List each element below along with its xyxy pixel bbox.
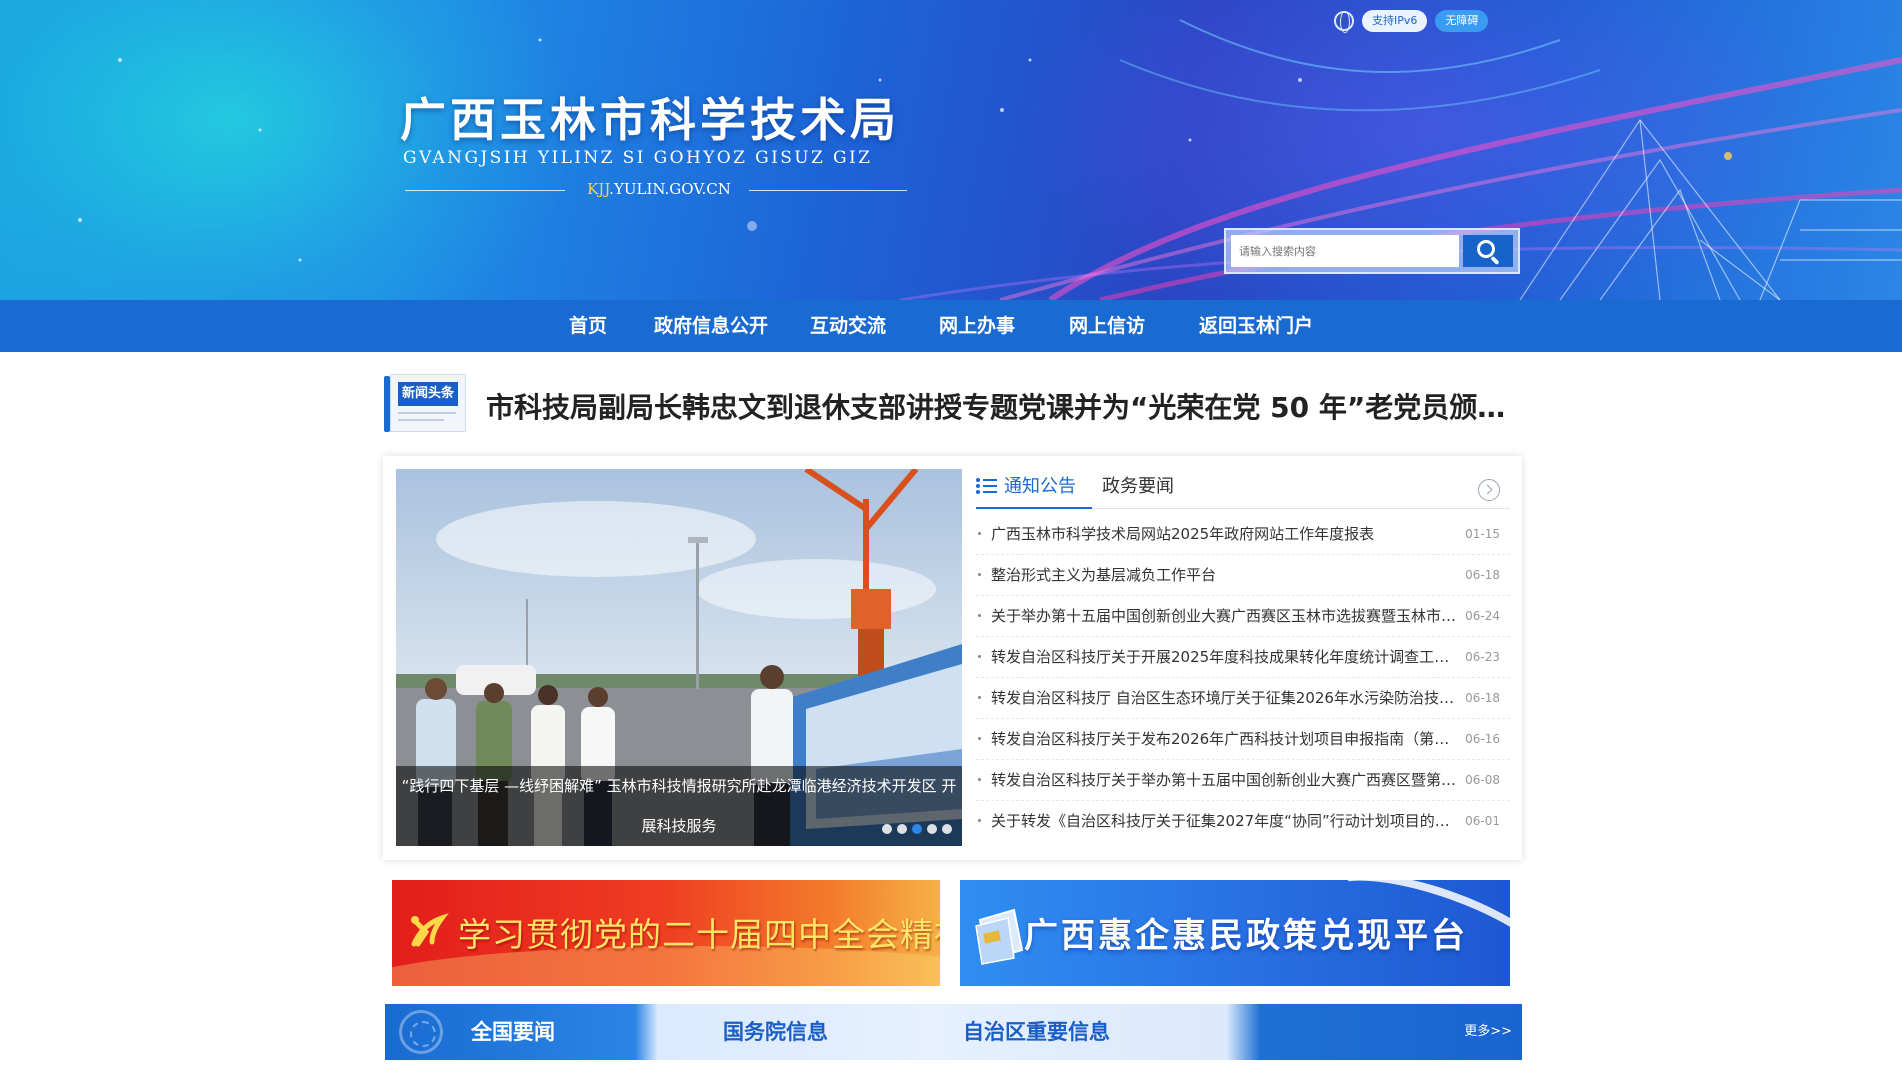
news-card: “践行四下基层 —线纾困解难” 玉林市科技情报研究所赴龙潭临港经济技术开发区 开…: [383, 456, 1522, 860]
document-icon: [975, 908, 1024, 965]
emblem-icon: [399, 1010, 443, 1054]
slider-dots: [882, 824, 952, 834]
site-domain: KJJ.YULIN.GOV.CN: [405, 180, 907, 200]
more-link[interactable]: 更多>>: [1464, 1004, 1512, 1060]
news-item[interactable]: 关于转发《自治区科技厅关于征集2027年度“协同”行动计划项目的通知》的通知 06…: [976, 801, 1510, 842]
main-nav: 首页 政府信息公开 互动交流 网上办事 网上信访 返回玉林门户: [0, 300, 1902, 352]
slider-dot[interactable]: [927, 824, 937, 834]
slider-caption[interactable]: “践行四下基层 —线纾困解难” 玉林市科技情报研究所赴龙潭临港经济技术开发区 开…: [396, 766, 962, 846]
headline-link[interactable]: 市科技局副局长韩忠文到退休支部讲授专题党课并为“光荣在党 50 年”老党员颁发纪…: [486, 386, 1520, 426]
tab-gov-news[interactable]: 政务要闻: [1102, 469, 1174, 509]
nav-item-online-service[interactable]: 网上办事: [939, 300, 1069, 352]
news-item-date: 06-16: [1465, 732, 1500, 746]
globe-icon[interactable]: [1334, 11, 1354, 33]
news-panel: 通知公告 政务要闻 广西玉林市科学技术局网站2025年政府网站工作年度报表 01-…: [976, 469, 1510, 846]
news-item-title: 关于举办第十五届中国创新创业大赛广西赛区玉林市选拔赛暨玉林市第十届创新创业大赛的…: [991, 607, 1461, 625]
news-item-title: 广西玉林市科学技术局网站2025年政府网站工作年度报表: [991, 525, 1375, 543]
news-item-title: 整治形式主义为基层减负工作平台: [991, 566, 1217, 584]
tab-state-council[interactable]: 国务院信息: [723, 1004, 828, 1060]
slider-dot-active[interactable]: [912, 824, 922, 834]
accessibility-button[interactable]: 无障碍: [1435, 10, 1489, 32]
bullet-icon: [978, 532, 981, 535]
list-icon: [976, 476, 998, 494]
news-list: 广西玉林市科学技术局网站2025年政府网站工作年度报表 01-15 整治形式主义为…: [976, 514, 1510, 842]
nav-item-yulin-portal[interactable]: 返回玉林门户: [1199, 300, 1339, 352]
news-item[interactable]: 关于举办第十五届中国创新创业大赛广西赛区玉林市选拔赛暨玉林市第十届创新创业大赛的…: [976, 596, 1510, 637]
news-item-title: 转发自治区科技厅 自治区生态环境厅关于征集2026年水污染防治技术需求的通知: [991, 689, 1461, 707]
party-study-banner[interactable]: 学习贯彻党的二十届四中全会精神: [392, 880, 940, 986]
news-item[interactable]: 转发自治区科技厅关于开展2025年度科技成果转化年度统计调查工作的通知 06-23: [976, 637, 1510, 678]
news-item[interactable]: 广西玉林市科学技术局网站2025年政府网站工作年度报表 01-15: [976, 514, 1510, 555]
bullet-icon: [978, 614, 981, 617]
site-banner: 广西玉林市科学技术局 GVANGJSIH YILINZ SI GOHYOZ GI…: [0, 0, 1902, 300]
banner-decoration: [78, 19, 1902, 300]
site-domain-rest: .YULIN.GOV.CN: [609, 180, 731, 198]
bullet-icon: [978, 737, 981, 740]
tab-notices-label: 通知公告: [1004, 476, 1076, 497]
top-badges: 支持IPv6 无障碍: [1334, 10, 1489, 33]
news-item-title: 转发自治区科技厅关于发布2026年广西科技计划项目申报指南（第一批）的通知: [991, 730, 1461, 748]
news-item[interactable]: 转发自治区科技厅关于举办第十五届中国创新创业大赛广西赛区暨第十届广西创新创业大赛…: [976, 760, 1510, 801]
bullet-icon: [978, 573, 981, 576]
more-arrow-icon[interactable]: [1478, 479, 1500, 501]
news-item-title: 转发自治区科技厅关于举办第十五届中国创新创业大赛广西赛区暨第十届广西创新创业大赛…: [991, 771, 1461, 789]
search-bar: [1224, 228, 1520, 274]
site-domain-prefix: KJJ: [587, 180, 610, 198]
site-domain-text: KJJ.YULIN.GOV.CN: [570, 180, 748, 198]
newspaper-line: [398, 419, 444, 421]
news-item-date: 06-23: [1465, 650, 1500, 664]
tab-region-info[interactable]: 自治区重要信息: [963, 1004, 1110, 1060]
ipv6-badge[interactable]: 支持IPv6: [1362, 10, 1428, 32]
news-item-date: 06-24: [1465, 609, 1500, 623]
newspaper-line: [398, 412, 456, 414]
news-item-title: 转发自治区科技厅关于开展2025年度科技成果转化年度统计调查工作的通知: [991, 648, 1461, 666]
news-item-date: 06-08: [1465, 773, 1500, 787]
slider-dot[interactable]: [942, 824, 952, 834]
news-item-date: 01-15: [1465, 527, 1500, 541]
news-item[interactable]: 转发自治区科技厅 自治区生态环境厅关于征集2026年水污染防治技术需求的通知 06…: [976, 678, 1510, 719]
headline-badge-label: 新闻头条: [398, 382, 458, 406]
party-emblem-icon: [411, 913, 449, 947]
bullet-icon: [978, 655, 981, 658]
bottom-news-tabs: 全国要闻 国务院信息 自治区重要信息 更多>>: [385, 1004, 1522, 1060]
news-item[interactable]: 整治形式主义为基层减负工作平台 06-18: [976, 555, 1510, 596]
slider-dot[interactable]: [897, 824, 907, 834]
slider-dot[interactable]: [882, 824, 892, 834]
page: 广西玉林市科学技术局 GVANGJSIH YILINZ SI GOHYOZ GI…: [0, 0, 1902, 1080]
news-item-date: 06-18: [1465, 568, 1500, 582]
nav-items: 首页 政府信息公开 互动交流 网上办事 网上信访 返回玉林门户: [569, 300, 1339, 352]
news-item-date: 06-18: [1465, 691, 1500, 705]
image-slider[interactable]: “践行四下基层 —线纾困解难” 玉林市科技情报研究所赴龙潭临港经济技术开发区 开…: [396, 469, 962, 846]
divider: [405, 190, 565, 191]
headline-badge: 新闻头条: [384, 372, 466, 432]
divider: [749, 190, 907, 191]
search-icon-handle: [1490, 255, 1500, 266]
nav-item-home[interactable]: 首页: [569, 300, 654, 352]
bullet-icon: [978, 778, 981, 781]
news-item-date: 06-01: [1465, 814, 1500, 828]
slider-caption-text: “践行四下基层 —线纾困解难” 玉林市科技情报研究所赴龙潭临港经济技术开发区 开…: [401, 777, 957, 835]
tab-national-news[interactable]: 全国要闻: [471, 1004, 555, 1060]
policy-platform-banner-text: 广西惠企惠民政策兑现平台: [1024, 916, 1468, 956]
party-study-banner-text: 学习贯彻党的二十届四中全会精神: [458, 915, 940, 954]
news-item-title: 关于转发《自治区科技厅关于征集2027年度“协同”行动计划项目的通知》的通知: [991, 812, 1461, 830]
nav-item-gov-info[interactable]: 政府信息公开: [654, 300, 810, 352]
search-input[interactable]: [1231, 235, 1459, 267]
site-title: 广西玉林市科学技术局: [400, 93, 900, 147]
nav-item-interaction[interactable]: 互动交流: [810, 300, 939, 352]
news-item[interactable]: 转发自治区科技厅关于发布2026年广西科技计划项目申报指南（第一批）的通知 06-…: [976, 719, 1510, 760]
nav-item-online-petition[interactable]: 网上信访: [1069, 300, 1199, 352]
news-tabs: 通知公告 政务要闻: [976, 469, 1510, 509]
search-button[interactable]: [1463, 235, 1513, 267]
bullet-icon: [978, 819, 981, 822]
policy-platform-banner[interactable]: 广西惠企惠民政策兑现平台: [960, 880, 1510, 986]
site-title-zhuang: GVANGJSIH YILINZ SI GOHYOZ GISUZ GIZ: [403, 148, 873, 168]
tab-notices[interactable]: 通知公告: [976, 469, 1092, 509]
bullet-icon: [978, 696, 981, 699]
